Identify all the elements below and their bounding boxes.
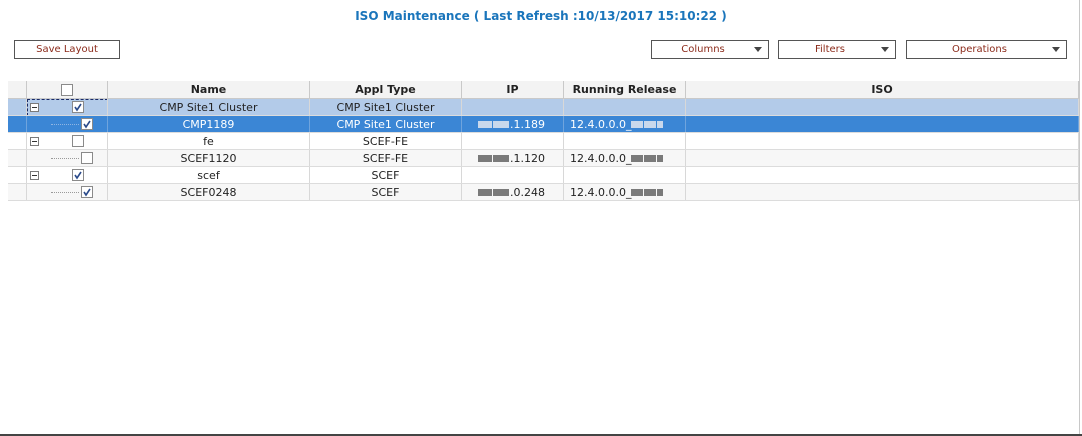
- row-checkbox[interactable]: [72, 135, 84, 147]
- cell-release: [564, 167, 686, 183]
- tree-line: [51, 124, 79, 125]
- cell-release: 12.4.0.0.0_: [564, 116, 686, 132]
- cell-ip: .1.120: [462, 150, 564, 166]
- cell-release: [564, 99, 686, 115]
- save-layout-button[interactable]: Save Layout: [14, 40, 120, 59]
- cell-iso: [686, 184, 1079, 200]
- release-text: 12.4.0.0.0_: [570, 185, 632, 199]
- row-gutter: [8, 184, 27, 200]
- ip-suffix: .0.248: [510, 185, 545, 199]
- columns-dropdown[interactable]: Columns: [651, 40, 769, 59]
- row-controls: [27, 184, 108, 200]
- collapse-icon[interactable]: [30, 136, 39, 146]
- table-row[interactable]: fe SCEF-FE: [8, 133, 1079, 150]
- header-running-release[interactable]: Running Release: [564, 81, 686, 98]
- cell-appl-type: CMP Site1 Cluster: [310, 116, 462, 132]
- header-iso[interactable]: ISO: [686, 81, 1079, 98]
- operations-dropdown[interactable]: Operations: [906, 40, 1067, 59]
- cell-name: SCEF0248: [108, 184, 310, 200]
- row-controls: [27, 167, 108, 183]
- cell-name: scef: [108, 167, 310, 183]
- cell-iso: [686, 167, 1079, 183]
- row-gutter: [8, 150, 27, 166]
- cell-appl-type: SCEF-FE: [310, 150, 462, 166]
- columns-label: Columns: [681, 44, 725, 55]
- row-controls: [27, 150, 108, 166]
- cell-ip: .0.248: [462, 184, 564, 200]
- row-controls: [27, 99, 108, 115]
- collapse-icon[interactable]: [30, 170, 39, 180]
- cell-iso: [686, 99, 1079, 115]
- cell-iso: [686, 116, 1079, 132]
- tree-line: [51, 192, 79, 193]
- cell-name: fe: [108, 133, 310, 149]
- cell-name: SCEF1120: [108, 150, 310, 166]
- header-name[interactable]: Name: [108, 81, 310, 98]
- header-appl-type[interactable]: Appl Type: [310, 81, 462, 98]
- cell-iso: [686, 150, 1079, 166]
- chevron-down-icon: [1052, 47, 1060, 52]
- row-checkbox[interactable]: [72, 169, 84, 181]
- table-row[interactable]: SCEF0248 SCEF .0.248 12.4.0.0.0_: [8, 184, 1079, 201]
- cell-appl-type: CMP Site1 Cluster: [310, 99, 462, 115]
- header-spacer: [8, 81, 27, 98]
- table-row[interactable]: scef SCEF: [8, 167, 1079, 184]
- ip-suffix: .1.189: [510, 117, 545, 131]
- cell-release: 12.4.0.0.0_: [564, 184, 686, 200]
- table-header: Name Appl Type IP Running Release ISO: [8, 81, 1079, 99]
- filters-label: Filters: [815, 44, 845, 55]
- cell-name: CMP Site1 Cluster: [108, 99, 310, 115]
- row-checkbox[interactable]: [72, 101, 84, 113]
- cell-ip: [462, 99, 564, 115]
- select-all-checkbox[interactable]: [61, 83, 73, 96]
- row-gutter: [8, 99, 27, 115]
- cell-appl-type: SCEF: [310, 184, 462, 200]
- cell-appl-type: SCEF-FE: [310, 133, 462, 149]
- table-row[interactable]: CMP Site1 Cluster CMP Site1 Cluster: [8, 99, 1079, 116]
- row-gutter: [8, 116, 27, 132]
- cell-ip: [462, 133, 564, 149]
- row-controls: [27, 116, 108, 132]
- cell-ip: [462, 167, 564, 183]
- collapse-icon[interactable]: [30, 102, 39, 112]
- release-text: 12.4.0.0.0_: [570, 151, 632, 165]
- row-gutter: [8, 167, 27, 183]
- table-row[interactable]: SCEF1120 SCEF-FE .1.120 12.4.0.0.0_: [8, 150, 1079, 167]
- filters-dropdown[interactable]: Filters: [778, 40, 896, 59]
- row-controls: [27, 133, 108, 149]
- cell-release: [564, 133, 686, 149]
- row-checkbox[interactable]: [81, 186, 93, 198]
- cell-iso: [686, 133, 1079, 149]
- header-ip[interactable]: IP: [462, 81, 564, 98]
- focus-outline: [27, 99, 107, 115]
- row-gutter: [8, 133, 27, 149]
- page-title: ISO Maintenance ( Last Refresh :10/13/20…: [355, 9, 727, 23]
- chevron-down-icon: [881, 47, 889, 52]
- iso-table: Name Appl Type IP Running Release ISO CM…: [8, 81, 1079, 201]
- ip-suffix: .1.120: [510, 151, 545, 165]
- tree-line: [51, 158, 79, 159]
- operations-label: Operations: [952, 44, 1007, 55]
- row-checkbox[interactable]: [81, 118, 93, 130]
- row-checkbox[interactable]: [81, 152, 93, 164]
- cell-appl-type: SCEF: [310, 167, 462, 183]
- chevron-down-icon: [754, 47, 762, 52]
- header-select-all: [27, 81, 108, 98]
- cell-ip: .1.189: [462, 116, 564, 132]
- cell-release: 12.4.0.0.0_: [564, 150, 686, 166]
- table-row[interactable]: CMP1189 CMP Site1 Cluster .1.189 12.4.0.…: [8, 116, 1079, 133]
- cell-name: CMP1189: [108, 116, 310, 132]
- release-text: 12.4.0.0.0_: [570, 117, 632, 131]
